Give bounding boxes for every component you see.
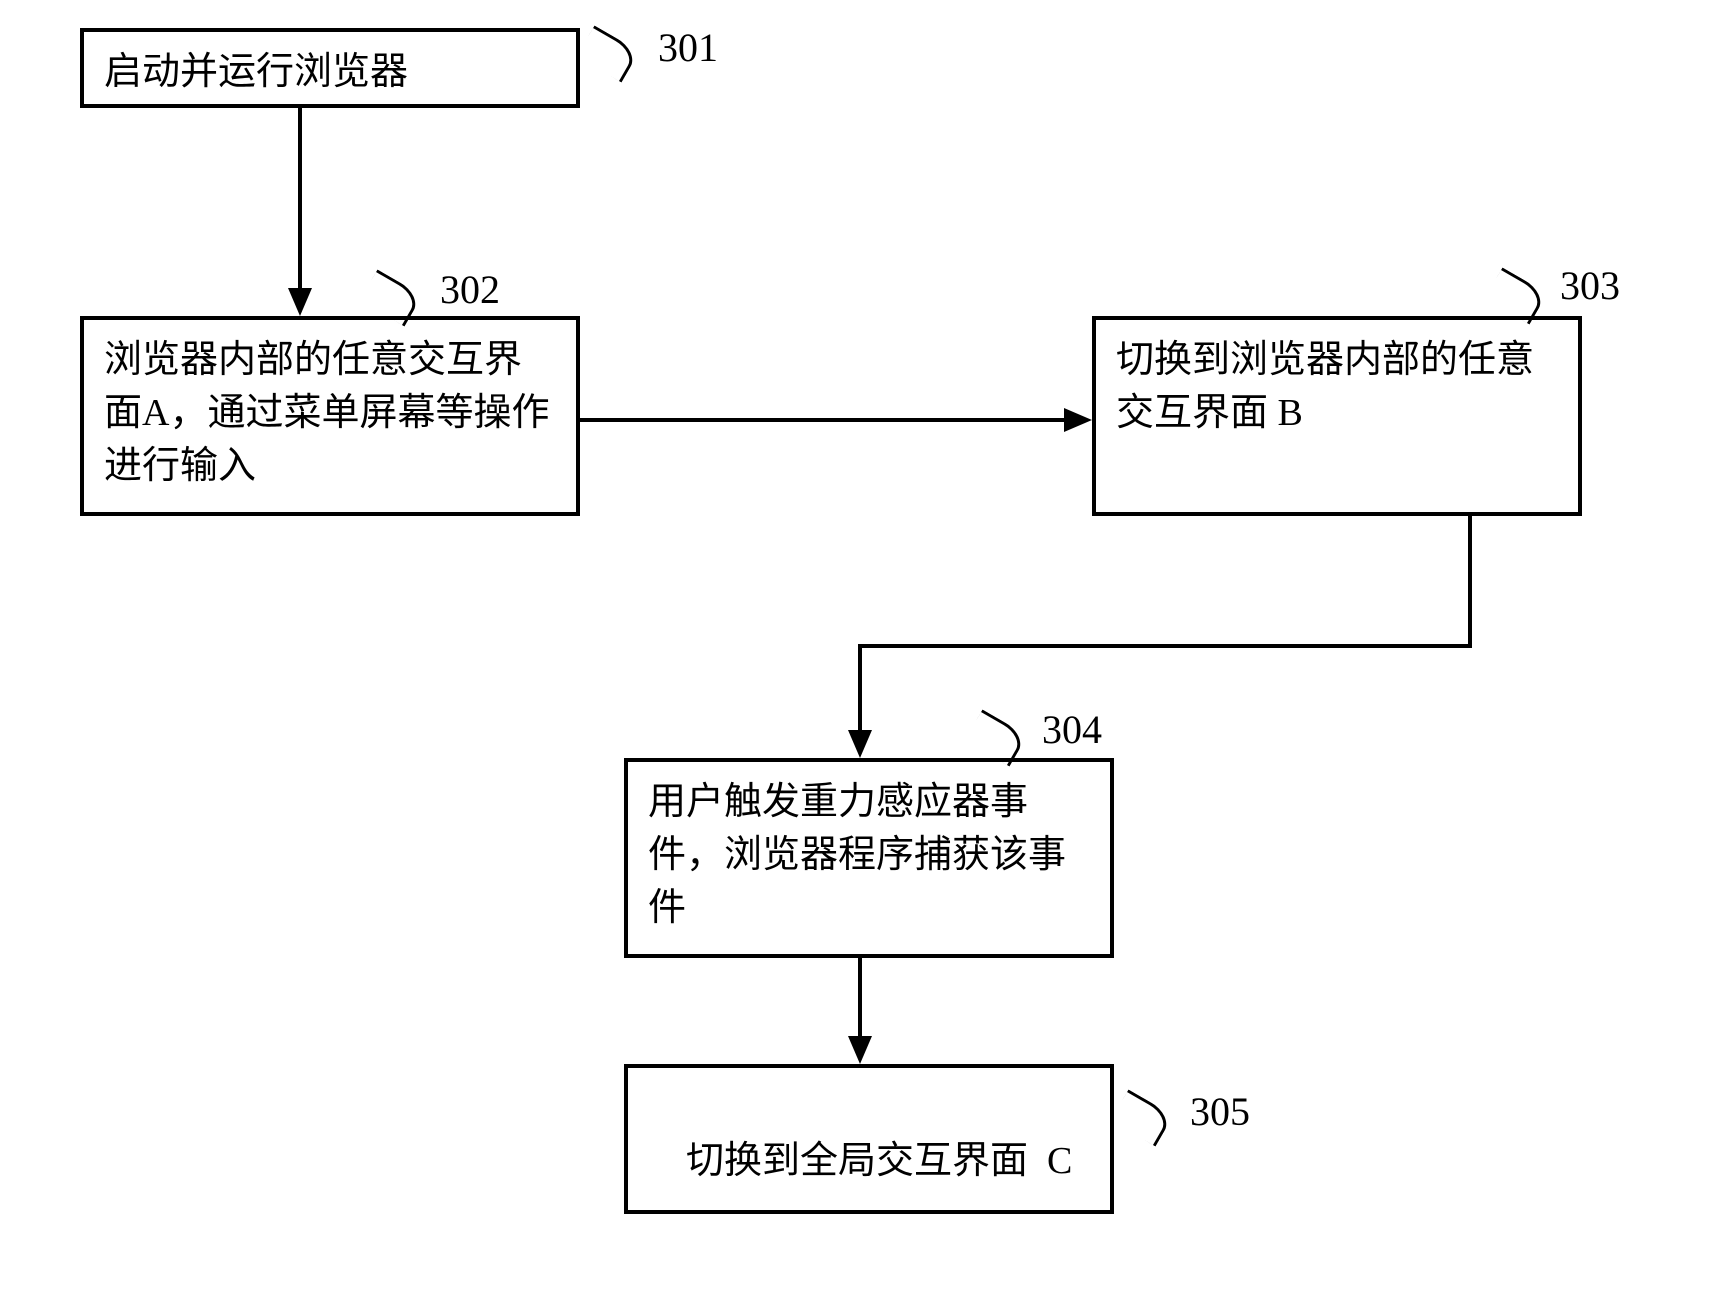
step-label-304: 304	[1042, 706, 1102, 753]
arrow-302-to-303	[580, 400, 1100, 440]
step-text: 切换到浏览器内部的任意交互界面 B	[1116, 339, 1534, 434]
step-box-303: 切换到浏览器内部的任意交互界面 B	[1092, 316, 1582, 516]
step-box-302: 浏览器内部的任意交互界面A，通过菜单屏幕等操作进行输入	[80, 316, 580, 516]
arrow-304-to-305	[840, 958, 880, 1070]
arrow-301-to-302	[280, 108, 320, 318]
step-text: 启动并运行浏览器	[104, 51, 408, 93]
step-text: 用户触发重力感应器事件，浏览器程序捕获该事件	[648, 781, 1066, 929]
step-box-301: 启动并运行浏览器	[80, 28, 580, 108]
step-label-303: 303	[1560, 262, 1620, 309]
step-box-304: 用户触发重力感应器事件，浏览器程序捕获该事件	[624, 758, 1114, 958]
step-text: 切换到全局交互界面 C	[667, 1140, 1072, 1182]
label-hook-305	[1110, 1089, 1173, 1146]
step-label-302: 302	[440, 266, 500, 313]
label-hook-301	[576, 25, 639, 82]
step-label-305: 305	[1190, 1088, 1250, 1135]
step-label-301: 301	[658, 24, 718, 71]
step-text: 浏览器内部的任意交互界面A，通过菜单屏幕等操作进行输入	[104, 339, 549, 487]
arrow-303-to-304	[820, 516, 1520, 766]
step-box-305: 切换到全局交互界面 C	[624, 1064, 1114, 1214]
